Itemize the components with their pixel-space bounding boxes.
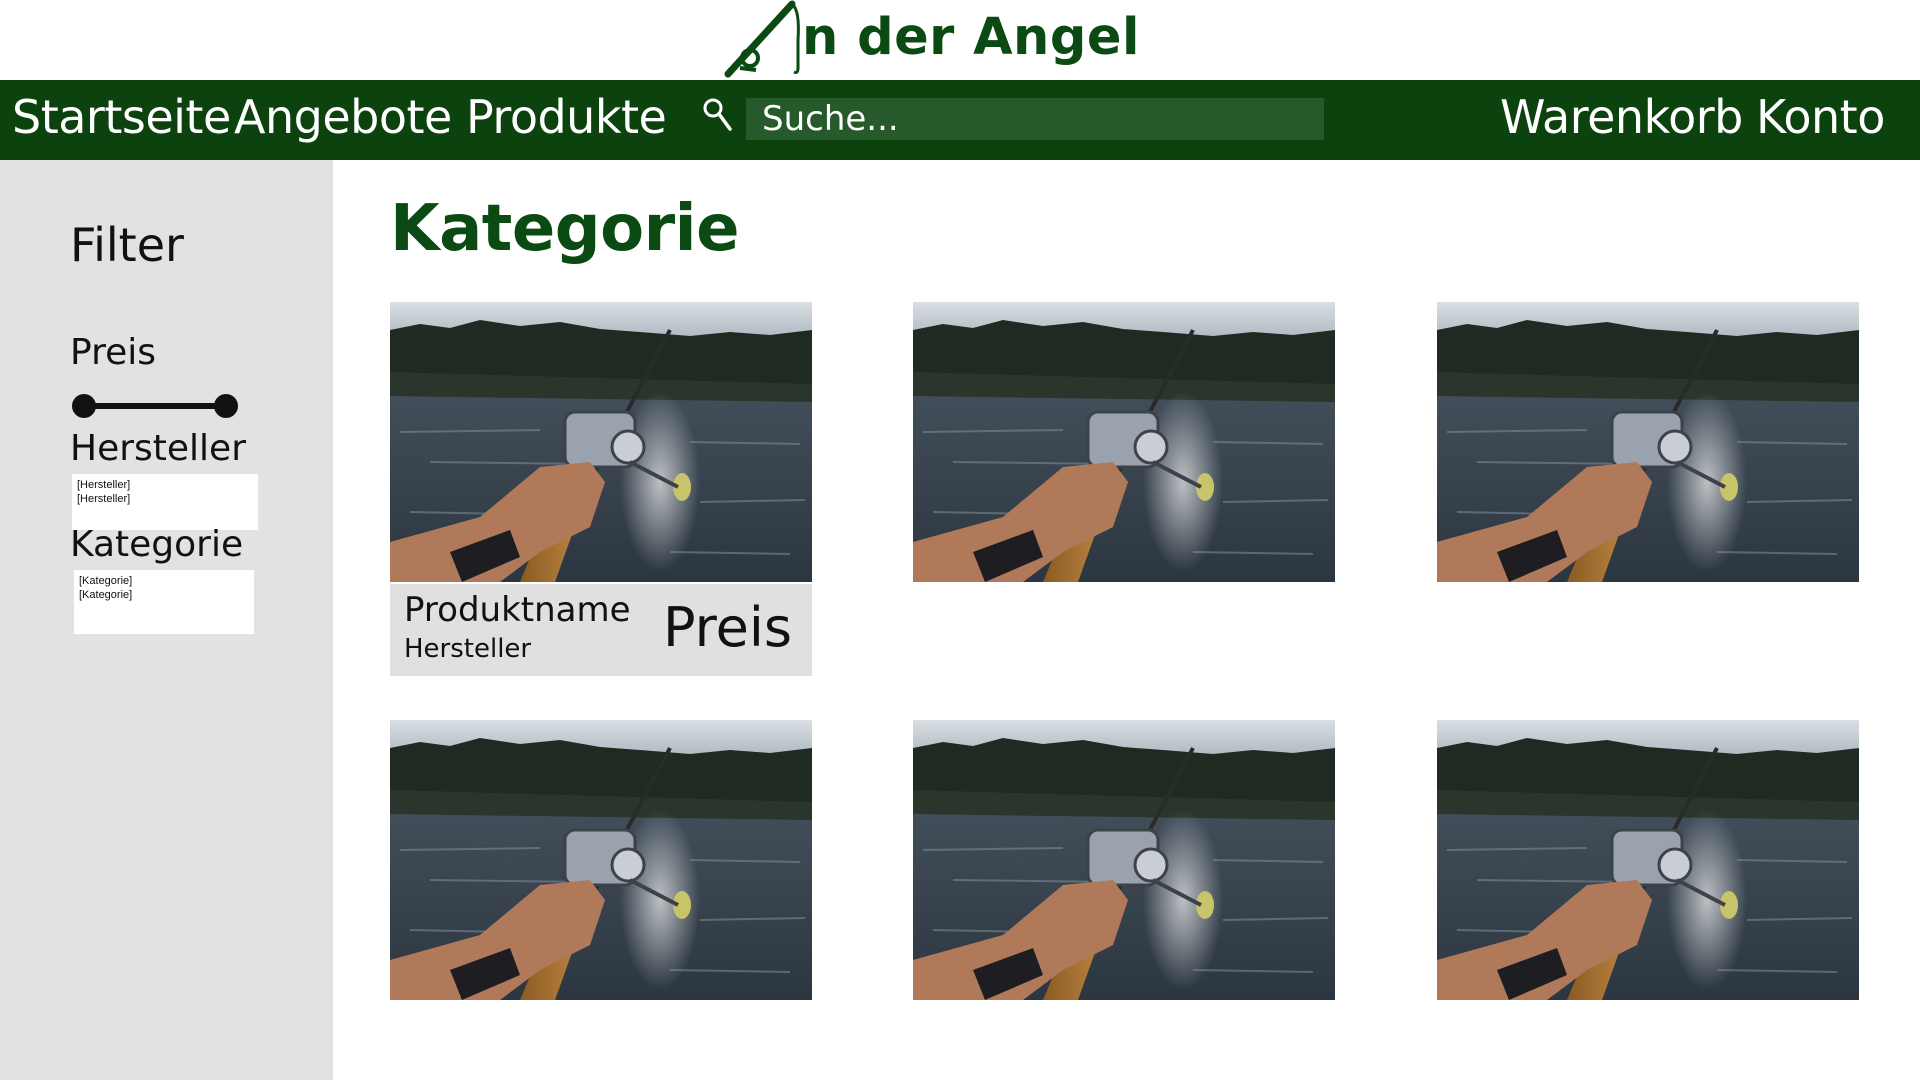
slider-min-handle[interactable] xyxy=(72,394,96,418)
manufacturer-filter-label: Hersteller xyxy=(70,428,246,469)
filter-title: Filter xyxy=(70,218,184,272)
manufacturer-list[interactable]: [Hersteller] [Hersteller] xyxy=(72,474,258,530)
page-title: Kategorie xyxy=(390,192,739,266)
nav-produkte[interactable]: Produkte xyxy=(466,90,667,144)
price-range-slider[interactable] xyxy=(72,392,242,420)
manufacturer-option[interactable]: [Hersteller] xyxy=(77,492,253,506)
price-filter-label: Preis xyxy=(70,332,156,373)
nav-konto[interactable]: Konto xyxy=(1756,90,1885,144)
search-icon[interactable] xyxy=(700,96,734,134)
fishing-rod-logo-icon xyxy=(724,0,800,78)
product-image xyxy=(390,720,812,1000)
product-card[interactable] xyxy=(1437,302,1859,582)
search-input[interactable] xyxy=(746,98,1324,140)
product-card[interactable] xyxy=(913,302,1335,582)
product-image xyxy=(390,302,812,582)
product-image xyxy=(913,720,1335,1000)
product-image xyxy=(1437,302,1859,582)
main-navbar: Startseite Angebote Produkte Warenkorb K… xyxy=(0,80,1920,160)
nav-warenkorb[interactable]: Warenkorb xyxy=(1500,90,1743,144)
product-info: Produktname Hersteller Preis xyxy=(390,584,812,676)
product-name: Produktname xyxy=(404,590,631,630)
product-image xyxy=(913,302,1335,582)
category-option[interactable]: [Kategorie] xyxy=(79,574,249,588)
category-list[interactable]: [Kategorie] [Kategorie] xyxy=(74,570,254,634)
product-image xyxy=(1437,720,1859,1000)
product-card[interactable] xyxy=(913,720,1335,1000)
category-filter-label: Kategorie xyxy=(70,524,244,565)
filter-sidebar: Filter Preis Hersteller [Hersteller] [He… xyxy=(0,160,333,1080)
product-manufacturer: Hersteller xyxy=(404,634,532,664)
manufacturer-option[interactable]: [Hersteller] xyxy=(77,478,253,492)
category-option[interactable]: [Kategorie] xyxy=(79,588,249,602)
product-card[interactable] xyxy=(390,720,812,1000)
nav-angebote[interactable]: Angebote xyxy=(234,90,452,144)
slider-max-handle[interactable] xyxy=(214,394,238,418)
product-card[interactable] xyxy=(1437,720,1859,1000)
logo[interactable]: n der Angel xyxy=(722,0,1139,80)
product-card[interactable]: Produktname Hersteller Preis xyxy=(390,302,812,676)
product-price: Preis xyxy=(663,596,792,659)
logo-text: n der Angel xyxy=(802,8,1140,67)
nav-startseite[interactable]: Startseite xyxy=(12,90,231,144)
